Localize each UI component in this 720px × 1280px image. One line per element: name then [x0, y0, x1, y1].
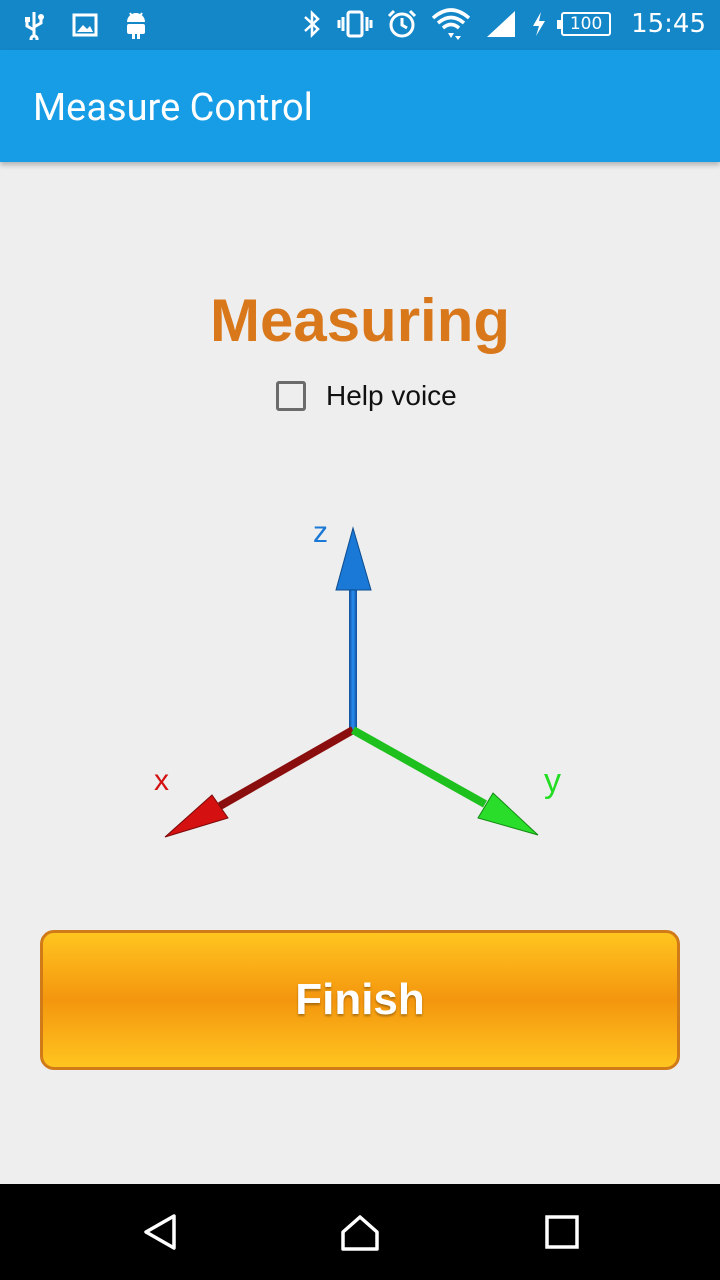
help-voice-label: Help voice: [326, 380, 457, 411]
y-axis-shaft: [351, 726, 487, 808]
battery-level: 100: [569, 14, 603, 34]
z-axis-shaft: [349, 585, 357, 730]
app-title: Measure Control: [33, 86, 313, 130]
help-voice-row[interactable]: Help voice: [276, 380, 457, 412]
z-axis-label: z: [313, 516, 328, 549]
y-axis-arrowhead: [477, 792, 539, 836]
recents-icon[interactable]: [542, 1212, 582, 1252]
x-axis-arrowhead: [164, 794, 229, 838]
image-icon: [72, 13, 98, 37]
x-axis-shaft: [218, 726, 355, 810]
axes-diagram: z x y: [154, 516, 561, 838]
charging-icon: [533, 12, 546, 36]
navigation-bar: [0, 1184, 720, 1280]
help-voice-checkbox[interactable]: [276, 381, 306, 411]
status-bar: 100 15:45: [0, 0, 720, 50]
signal-icon: [487, 11, 516, 37]
bluetooth-icon: [304, 9, 320, 39]
alarm-icon: [388, 9, 417, 38]
usb-icon: [25, 12, 44, 40]
z-axis-arrowhead: [335, 526, 372, 591]
x-axis-label: x: [154, 764, 169, 797]
y-axis-label: y: [544, 762, 561, 800]
wifi-icon: [431, 8, 471, 40]
android-icon: [127, 12, 145, 39]
home-icon[interactable]: [340, 1212, 380, 1252]
finish-button[interactable]: Finish: [40, 930, 680, 1070]
back-icon[interactable]: [140, 1212, 180, 1252]
vibrate-icon: [337, 10, 373, 38]
status-time: 15:45: [631, 9, 706, 39]
finish-button-label: Finish: [295, 975, 425, 1024]
battery-icon: 100: [557, 12, 612, 36]
app-bar: Measure Control: [0, 50, 720, 162]
measuring-heading: Measuring: [209, 287, 511, 354]
